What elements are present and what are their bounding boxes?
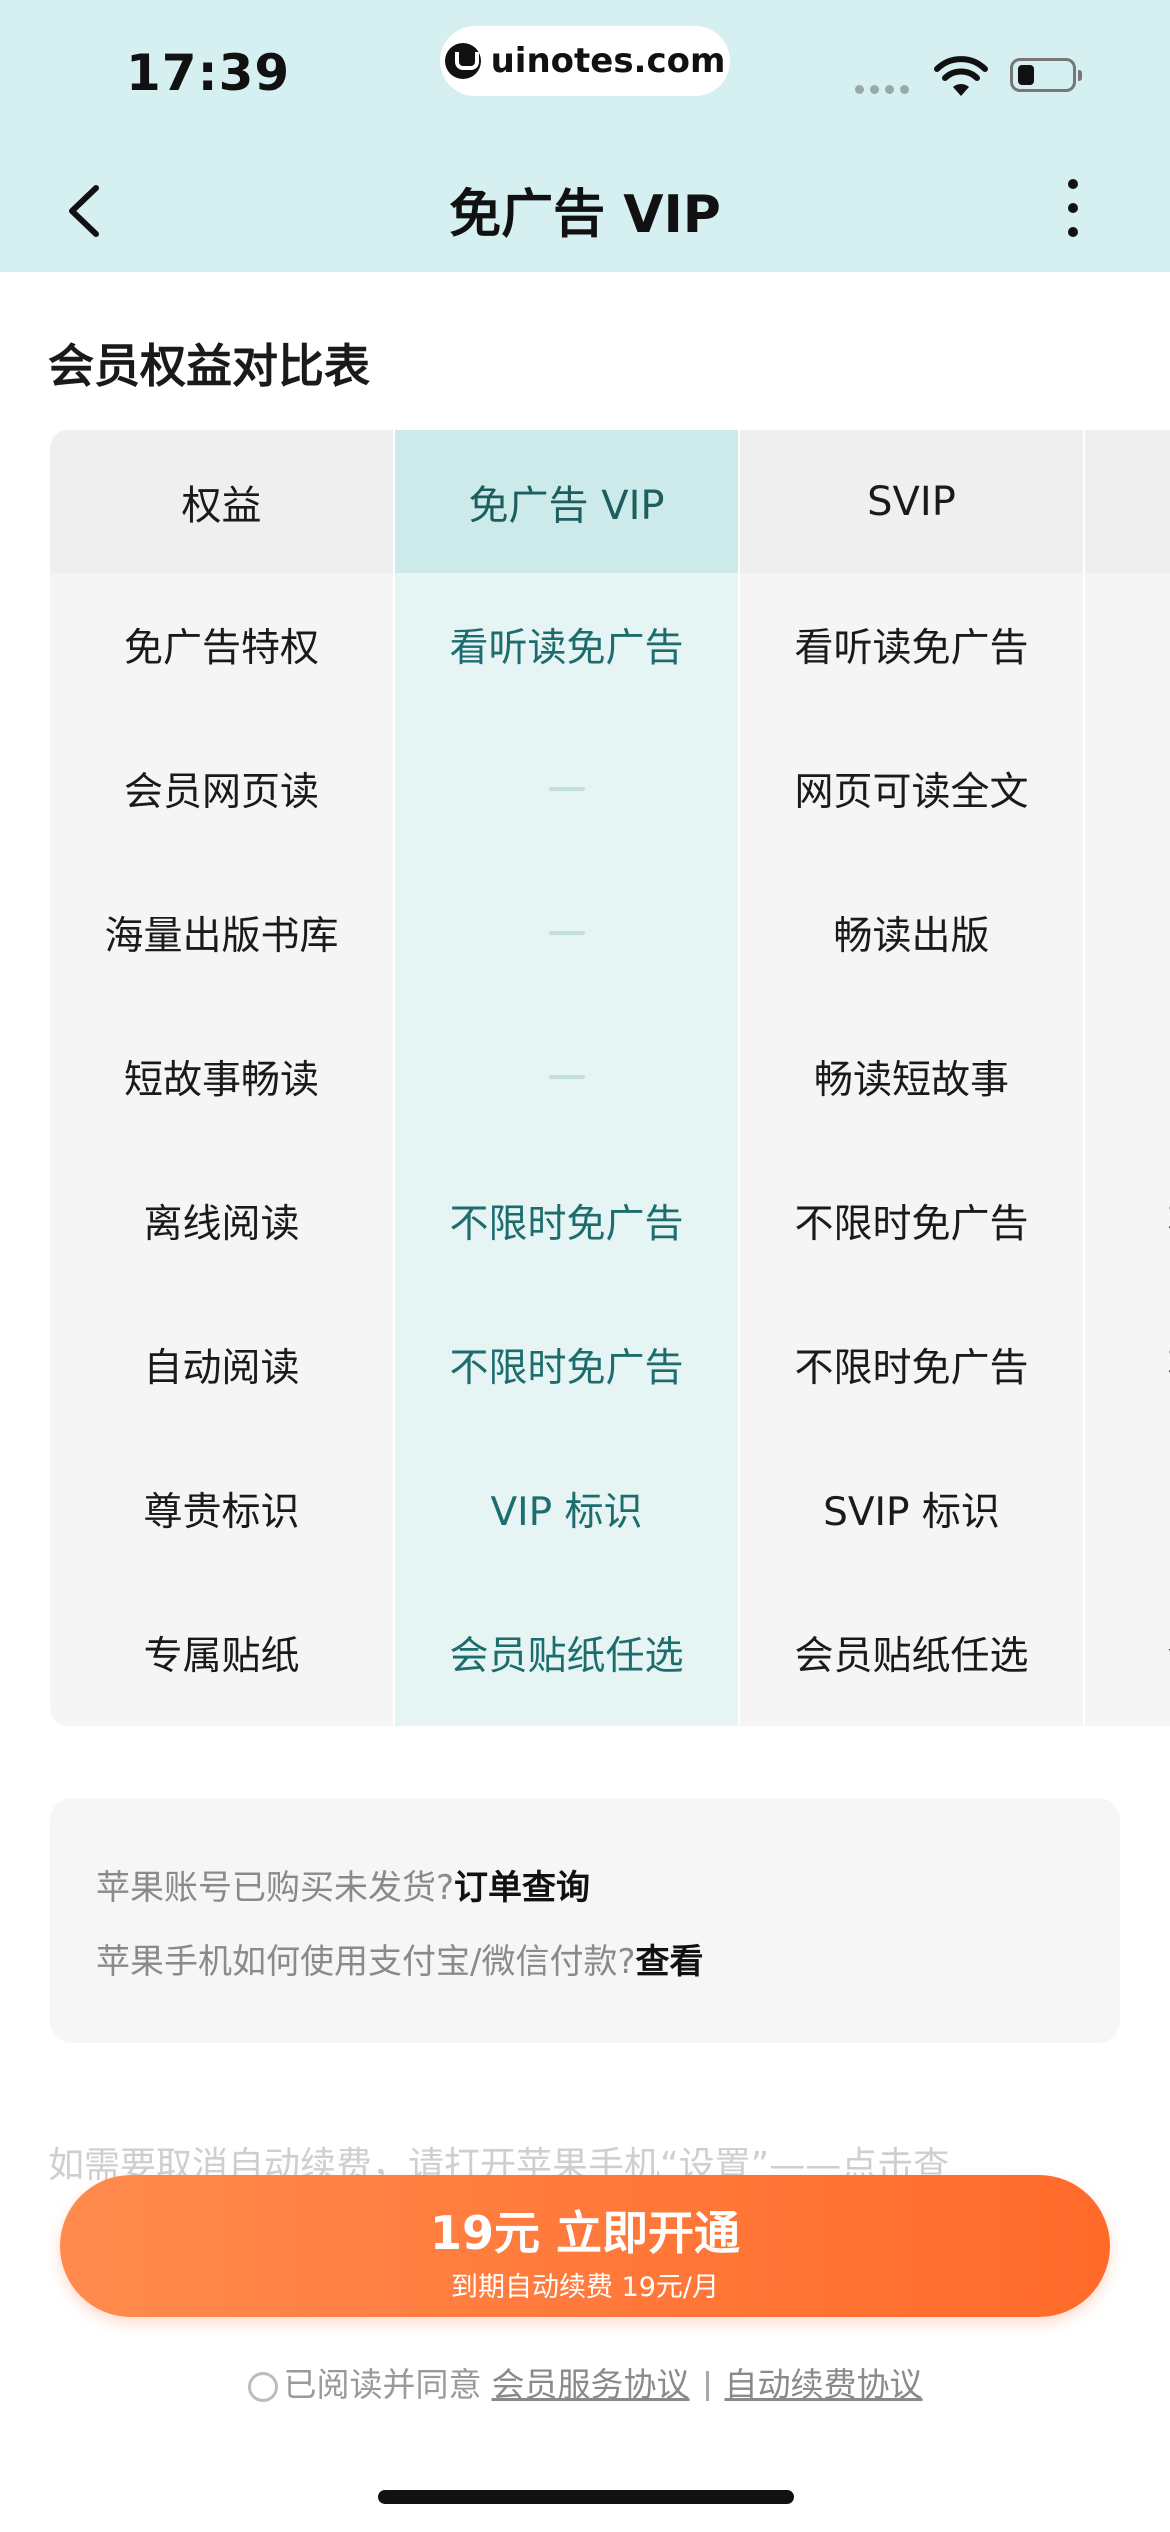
dash-icon bbox=[548, 787, 585, 791]
svip-cell: 看听读免广告 bbox=[794, 626, 1029, 671]
extra-column: 不 不 会 bbox=[1085, 430, 1170, 1726]
extra-cell: 不 bbox=[1085, 1149, 1170, 1293]
vip-cell: VIP 标识 bbox=[490, 1490, 643, 1535]
header-extra bbox=[1085, 430, 1170, 573]
extra-cell bbox=[1085, 1005, 1170, 1149]
subscribe-button[interactable]: 19元 立即开通 到期自动续费 19元/月 bbox=[60, 2175, 1110, 2317]
battery-icon bbox=[1010, 58, 1082, 92]
svip-cell: SVIP 标识 bbox=[823, 1490, 1000, 1535]
order-query-link[interactable]: 订单查询 bbox=[454, 1868, 590, 1908]
agreement-row: 已阅读并同意 会员服务协议 自动续费协议 bbox=[0, 2358, 1170, 2406]
vip-cell: 会员贴纸任选 bbox=[449, 1634, 684, 1679]
benefit-cell: 尊贵标识 bbox=[143, 1490, 300, 1535]
divider bbox=[705, 2371, 709, 2401]
header-vip: 免广告 VIP bbox=[395, 430, 738, 573]
benefit-column: 权益 免广告特权 会员网页读 海量出版书库 短故事畅读 离线阅读 自动阅读 尊贵… bbox=[50, 430, 393, 1726]
header-benefit: 权益 bbox=[50, 430, 393, 573]
extra-cell: 会 bbox=[1085, 1581, 1170, 1725]
help-info-box: 苹果账号已购买未发货?订单查询 苹果手机如何使用支付宝/微信付款?查看 bbox=[50, 1798, 1120, 2043]
dash-icon bbox=[548, 931, 585, 935]
extra-cell: 不 bbox=[1085, 1293, 1170, 1437]
site-logo-icon bbox=[444, 43, 481, 79]
extra-cell bbox=[1085, 861, 1170, 1005]
benefit-cell: 海量出版书库 bbox=[104, 914, 339, 959]
benefit-cell: 短故事畅读 bbox=[123, 1058, 319, 1103]
auto-renewal-agreement-link[interactable]: 自动续费协议 bbox=[725, 2365, 923, 2404]
extra-cell bbox=[1085, 573, 1170, 717]
svip-cell: 畅读出版 bbox=[833, 914, 990, 959]
benefit-cell: 会员网页读 bbox=[123, 770, 319, 815]
vip-column: 免广告 VIP 看听读免广告 不限时免广告 不限时免广告 VIP 标识 会员贴纸… bbox=[395, 430, 738, 1726]
svip-column: SVIP 看听读免广告 网页可读全文 畅读出版 畅读短故事 不限时免广告 不限时… bbox=[740, 430, 1083, 1726]
home-indicator bbox=[378, 2490, 794, 2504]
dash-icon bbox=[548, 1075, 585, 1079]
benefit-cell: 离线阅读 bbox=[143, 1202, 300, 1247]
agreement-prefix: 已阅读并同意 bbox=[283, 2365, 482, 2404]
benefit-cell: 免广告特权 bbox=[123, 626, 319, 671]
svip-cell: 畅读短故事 bbox=[813, 1058, 1009, 1103]
subscribe-button-label: 19元 立即开通 bbox=[429, 2206, 741, 2260]
extra-cell bbox=[1085, 1437, 1170, 1581]
member-service-agreement-link[interactable]: 会员服务协议 bbox=[492, 2365, 690, 2404]
benefit-cell: 自动阅读 bbox=[143, 1346, 300, 1391]
more-options-icon[interactable] bbox=[1055, 176, 1091, 240]
order-query-line: 苹果账号已购买未发货?订单查询 bbox=[96, 1860, 590, 1909]
svip-cell: 会员贴纸任选 bbox=[794, 1634, 1029, 1679]
subscribe-button-sublabel: 到期自动续费 19元/月 bbox=[450, 2272, 720, 2303]
vip-cell: 看听读免广告 bbox=[449, 626, 684, 671]
header-svip: SVIP bbox=[740, 430, 1083, 573]
payment-help-line: 苹果手机如何使用支付宝/微信付款?查看 bbox=[96, 1934, 704, 1983]
wifi-icon bbox=[934, 56, 988, 96]
benefits-comparison-table: 权益 免广告特权 会员网页读 海量出版书库 短故事畅读 离线阅读 自动阅读 尊贵… bbox=[50, 430, 1170, 1726]
payment-help-link[interactable]: 查看 bbox=[636, 1942, 704, 1982]
agree-radio[interactable] bbox=[247, 2372, 278, 2402]
header: 17:39 uinotes.com 免广告 VIP bbox=[0, 0, 1170, 272]
status-time: 17:39 bbox=[126, 44, 291, 102]
vip-cell-none bbox=[395, 717, 738, 861]
page-title: 免广告 VIP bbox=[449, 185, 721, 245]
signal-icon bbox=[855, 85, 909, 94]
vip-cell-none bbox=[395, 1005, 738, 1149]
vip-cell-none bbox=[395, 861, 738, 1005]
vip-cell: 不限时免广告 bbox=[449, 1202, 684, 1247]
svip-cell: 不限时免广告 bbox=[794, 1202, 1029, 1247]
vip-cell: 不限时免广告 bbox=[449, 1346, 684, 1391]
payment-help-text: 苹果手机如何使用支付宝/微信付款? bbox=[96, 1942, 636, 1982]
url-pill[interactable]: uinotes.com bbox=[440, 26, 730, 96]
section-title: 会员权益对比表 bbox=[48, 339, 370, 393]
benefit-cell: 专属贴纸 bbox=[143, 1634, 300, 1679]
url-text: uinotes.com bbox=[490, 41, 726, 81]
svip-cell: 不限时免广告 bbox=[794, 1346, 1029, 1391]
order-query-text: 苹果账号已购买未发货? bbox=[96, 1868, 455, 1908]
extra-cell bbox=[1085, 717, 1170, 861]
svip-cell: 网页可读全文 bbox=[794, 770, 1029, 815]
